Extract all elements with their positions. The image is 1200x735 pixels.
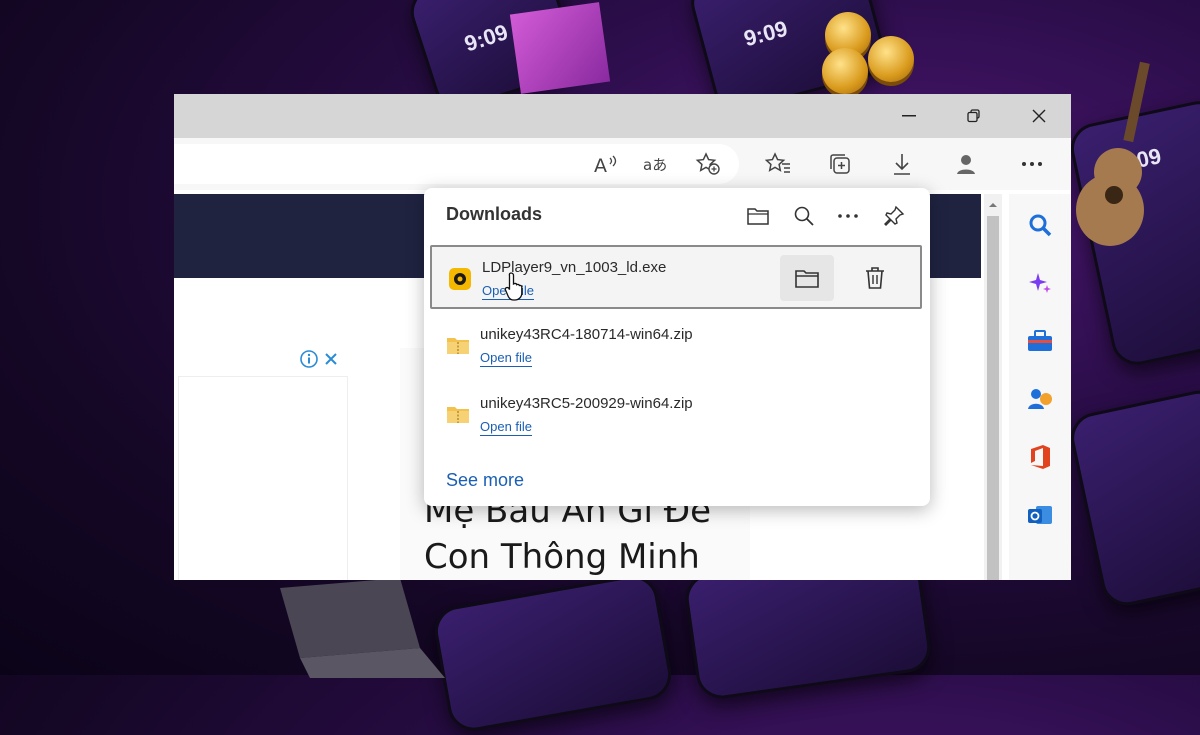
download-icon[interactable]: [884, 144, 920, 184]
phone-clock: 9:09: [461, 19, 511, 57]
ad-box: [178, 376, 348, 580]
read-aloud-icon[interactable]: A: [588, 144, 624, 184]
scrollbar-thumb[interactable]: [987, 216, 999, 580]
downloads-title: Downloads: [446, 204, 543, 224]
svg-text:A: A: [594, 155, 607, 175]
page-scrollbar[interactable]: [984, 194, 1002, 580]
mouse-cursor-icon: [504, 271, 528, 306]
download-item[interactable]: LDPlayer9_vn_1003_ld.exe Open file: [430, 245, 922, 309]
copilot-sparkle-icon[interactable]: [1025, 268, 1055, 298]
search-icon[interactable]: [1025, 210, 1055, 240]
folder-zip-icon: [446, 334, 470, 356]
download-filename: unikey43RC4-180714-win64.zip: [480, 326, 693, 343]
more-options-icon[interactable]: [832, 200, 864, 232]
browser-toolbar: A aあ: [174, 138, 1071, 190]
ad-controls: [300, 350, 338, 373]
open-downloads-folder-icon[interactable]: [742, 200, 774, 232]
close-button[interactable]: [1024, 102, 1054, 130]
edge-sidebar: [1009, 194, 1071, 580]
downloads-panel: Downloads LDPlayer9_vn_1003_ld.exe Open …: [424, 188, 930, 506]
background-phone: [430, 571, 676, 735]
article-title-line2: Con Thông Minh: [424, 537, 700, 577]
phone-clock: 9:09: [741, 15, 791, 52]
background-laptop: [270, 578, 450, 678]
background-phone: [1066, 385, 1200, 611]
pin-icon[interactable]: [878, 200, 910, 232]
outlook-icon[interactable]: [1025, 500, 1055, 530]
profile-icon[interactable]: [948, 144, 984, 184]
ad-info-icon[interactable]: [300, 350, 318, 373]
svg-text:aあ: aあ: [643, 156, 667, 174]
more-icon[interactable]: [1014, 144, 1050, 184]
background-cube: [509, 2, 611, 94]
collections-icon[interactable]: [822, 144, 858, 184]
open-file-link[interactable]: Open file: [480, 350, 533, 367]
background-guitar: [1070, 60, 1160, 250]
games-people-icon[interactable]: [1025, 384, 1055, 414]
favorites-icon[interactable]: [760, 144, 796, 184]
ad-close-icon[interactable]: [324, 352, 338, 371]
see-more-link[interactable]: See more: [446, 470, 524, 491]
delete-button[interactable]: [848, 255, 902, 301]
folder-zip-icon: [446, 403, 470, 425]
translate-icon[interactable]: aあ: [638, 144, 674, 184]
tools-briefcase-icon[interactable]: [1025, 326, 1055, 356]
restore-button[interactable]: [959, 102, 989, 130]
background-coin: [822, 48, 868, 94]
minimize-button[interactable]: [894, 102, 924, 130]
search-downloads-icon[interactable]: [788, 200, 820, 232]
download-item[interactable]: unikey43RC4-180714-win64.zip Open file: [430, 314, 922, 378]
open-file-link[interactable]: Open file: [480, 419, 533, 436]
ldplayer-icon: [448, 267, 472, 290]
add-favorite-icon[interactable]: [690, 144, 726, 184]
title-bar: [174, 94, 1071, 138]
show-in-folder-button[interactable]: [780, 255, 834, 301]
background-coin: [868, 36, 914, 82]
office-icon[interactable]: [1025, 442, 1055, 472]
download-filename: unikey43RC5-200929-win64.zip: [480, 395, 693, 412]
download-item[interactable]: unikey43RC5-200929-win64.zip Open file: [430, 383, 922, 447]
